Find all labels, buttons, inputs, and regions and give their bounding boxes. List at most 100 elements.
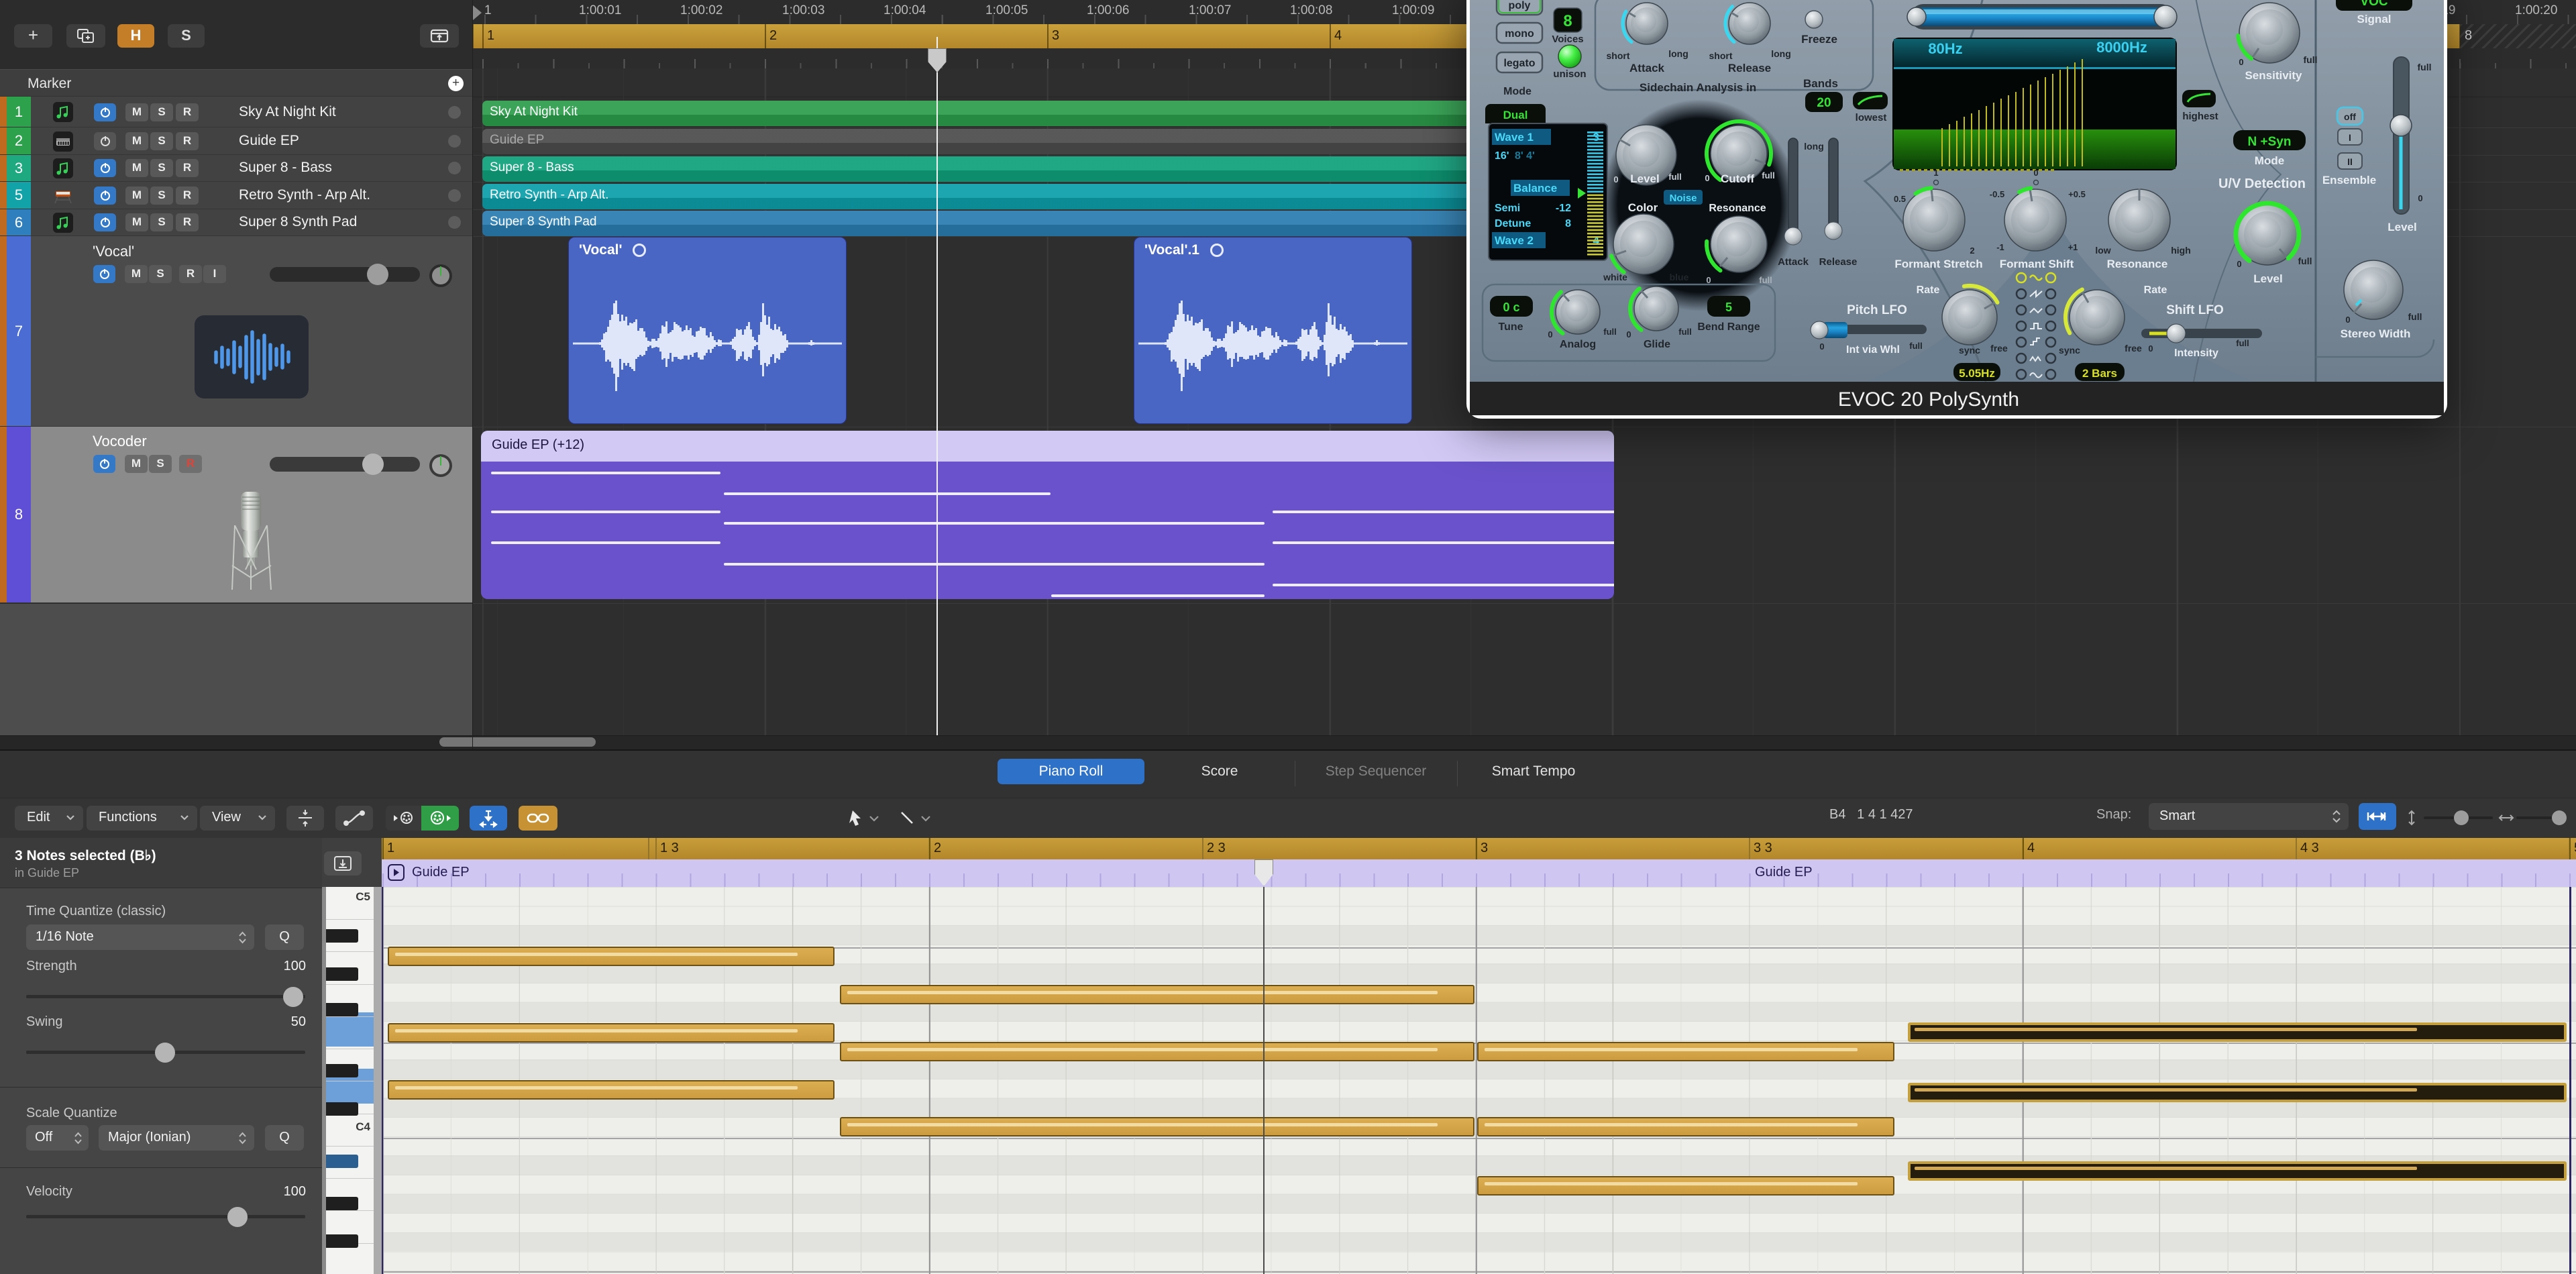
svg-text:Level: Level	[2387, 221, 2416, 233]
svg-text:full: full	[1668, 172, 1682, 182]
svg-text:sync: sync	[1959, 345, 1980, 356]
svg-text:II: II	[2347, 156, 2353, 167]
svg-text:0: 0	[1706, 275, 1711, 285]
svg-text:free: free	[1990, 343, 2008, 354]
svg-text:0: 0	[2237, 259, 2241, 269]
svg-text:+0.5: +0.5	[2068, 189, 2086, 199]
svg-text:Sensitivity: Sensitivity	[2245, 69, 2302, 82]
svg-text:Shift LFO: Shift LFO	[2166, 303, 2223, 317]
svg-text:-12: -12	[1556, 203, 1571, 214]
svg-text:+1: +1	[2068, 242, 2078, 252]
svg-text:0: 0	[2345, 315, 2350, 325]
svg-text:mono: mono	[1505, 28, 1534, 40]
svg-text:full: full	[1678, 327, 1692, 337]
svg-text:U/V Detection: U/V Detection	[2218, 176, 2306, 191]
svg-text:0: 0	[1613, 174, 1618, 184]
svg-text:0: 0	[1819, 341, 1824, 352]
svg-text:Level: Level	[2253, 272, 2282, 285]
svg-text:8: 8	[1563, 12, 1572, 30]
svg-text:Bands: Bands	[1803, 77, 1838, 90]
svg-text:highest: highest	[2182, 111, 2218, 122]
svg-text:Stereo Width: Stereo Width	[2341, 327, 2411, 340]
svg-text:0: 0	[1626, 329, 1631, 339]
svg-text:low: low	[2095, 245, 2110, 256]
svg-text:long: long	[1668, 48, 1688, 59]
svg-text:Rate: Rate	[2144, 284, 2167, 296]
svg-text:5.05Hz: 5.05Hz	[1959, 367, 1995, 380]
svg-text:0: 0	[2418, 193, 2422, 203]
svg-text:Freeze: Freeze	[1801, 33, 1837, 46]
svg-text:Cutoff: Cutoff	[1721, 172, 1754, 185]
svg-text:Resonance: Resonance	[2107, 258, 2168, 270]
svg-text:16': 16'	[1495, 150, 1509, 162]
svg-text:80Hz: 80Hz	[1928, 40, 1962, 57]
svg-text:Semi: Semi	[1495, 203, 1520, 214]
svg-text:VOC: VOC	[2360, 0, 2387, 9]
svg-text:unison: unison	[1553, 68, 1586, 80]
svg-text:Mode: Mode	[1503, 86, 1532, 97]
svg-text:white: white	[1603, 272, 1627, 282]
svg-text:full: full	[2298, 256, 2312, 266]
svg-text:Glide: Glide	[1644, 339, 1670, 350]
svg-text:Pitch LFO: Pitch LFO	[1847, 303, 1907, 317]
svg-text:high: high	[2171, 245, 2191, 256]
svg-text:off: off	[2344, 111, 2356, 122]
svg-text:0: 0	[1705, 173, 1709, 183]
svg-text:long: long	[1771, 48, 1791, 59]
svg-text:2: 2	[1970, 246, 1974, 256]
svg-text:Release: Release	[1728, 62, 1771, 74]
svg-text:8: 8	[1565, 218, 1571, 229]
svg-text:Rate: Rate	[1917, 284, 1940, 296]
svg-text:short: short	[1607, 50, 1630, 61]
svg-text:short: short	[1709, 50, 1733, 61]
svg-text:Color: Color	[1628, 201, 1658, 214]
svg-text:full: full	[2418, 62, 2432, 72]
svg-text:I: I	[2349, 132, 2351, 143]
svg-text:full: full	[2408, 311, 2422, 322]
svg-text:Intensity: Intensity	[2174, 348, 2218, 359]
svg-text:sync: sync	[2059, 345, 2080, 356]
svg-text:full: full	[2236, 338, 2249, 348]
svg-text:8' 4': 8' 4'	[1515, 150, 1535, 162]
svg-text:blue: blue	[1670, 272, 1689, 282]
svg-text:full: full	[2304, 54, 2318, 65]
svg-text:Formant Stretch: Formant Stretch	[1894, 258, 1982, 270]
svg-text:legato: legato	[1503, 58, 1535, 69]
svg-text:Wave 2: Wave 2	[1495, 234, 1534, 247]
svg-text:Dual: Dual	[1503, 109, 1528, 121]
svg-text:0: 0	[1548, 329, 1552, 339]
svg-text:2 Bars: 2 Bars	[2082, 367, 2117, 380]
svg-text:N +Syn: N +Syn	[2248, 135, 2292, 149]
svg-text:Wave 1: Wave 1	[1495, 131, 1534, 144]
svg-text:Attack: Attack	[1629, 62, 1665, 74]
svg-text:Attack: Attack	[1778, 256, 1809, 268]
svg-text:EVOC 20 PolySynth: EVOC 20 PolySynth	[1838, 388, 2019, 411]
svg-text:Balance: Balance	[1513, 182, 1557, 195]
svg-text:long: long	[1804, 141, 1824, 152]
svg-text:-0.5: -0.5	[1990, 189, 2004, 199]
svg-text:Detune: Detune	[1495, 218, 1531, 229]
svg-text:Mode: Mode	[2255, 154, 2284, 167]
svg-text:Int via Whl: Int via Whl	[1846, 344, 1900, 356]
svg-text:0 c: 0 c	[1503, 301, 1519, 314]
svg-text:full: full	[1759, 275, 1772, 285]
svg-text:0.5: 0.5	[1894, 194, 1906, 204]
svg-text:-1: -1	[1996, 242, 2004, 252]
svg-text:poly: poly	[1509, 0, 1531, 11]
svg-text:Formant Shift: Formant Shift	[2000, 258, 2074, 270]
svg-text:Bend Range: Bend Range	[1697, 321, 1760, 333]
svg-text:Level: Level	[1630, 172, 1659, 185]
svg-text:Tune: Tune	[1498, 321, 1523, 333]
svg-text:Signal: Signal	[2357, 13, 2391, 25]
svg-text:Ensemble: Ensemble	[2322, 174, 2376, 187]
svg-text:full: full	[1762, 170, 1775, 180]
svg-text:Sidechain Analysis in: Sidechain Analysis in	[1640, 81, 1756, 94]
svg-text:Noise: Noise	[1670, 193, 1697, 204]
svg-text:full: full	[1909, 341, 1923, 351]
svg-text:Voices: Voices	[1552, 34, 1583, 45]
svg-text:Analog: Analog	[1560, 339, 1596, 350]
svg-text:lowest: lowest	[1856, 112, 1887, 123]
svg-text:full: full	[1603, 327, 1617, 337]
svg-text:free: free	[2125, 343, 2142, 354]
svg-text:Release: Release	[1819, 256, 1858, 268]
